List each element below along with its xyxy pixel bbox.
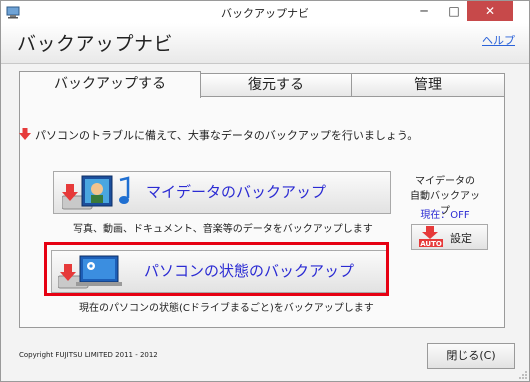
close-button[interactable]: 閉じる(C) bbox=[427, 343, 515, 369]
minimize-button[interactable]: ─ bbox=[409, 1, 439, 21]
app-header: バックアップナビ ヘルプ bbox=[1, 23, 529, 64]
tab-backup[interactable]: バックアップする bbox=[19, 71, 201, 98]
app-window: バックアップナビ ─ □ ✕ バックアップナビ ヘルプ バックアップする 復元す… bbox=[0, 0, 530, 382]
tab-manage[interactable]: 管理 bbox=[351, 73, 505, 97]
mydata-backup-label: マイデータのバックアップ bbox=[146, 183, 327, 201]
copyright-text: Copyright FUJITSU LIMITED 2011 - 2012 bbox=[19, 351, 158, 359]
auto-badge-text: AUTO bbox=[420, 240, 442, 248]
help-link[interactable]: ヘルプ bbox=[482, 32, 515, 48]
tab-restore[interactable]: 復元する bbox=[199, 73, 353, 97]
mydata-description: 写真、動画、ドキュメント、音楽等のデータをバックアップします bbox=[73, 224, 373, 235]
maximize-button[interactable]: □ bbox=[439, 1, 469, 21]
pcstate-description: 現在のパソコンの状態(Cドライブまるごと)をバックアップします bbox=[79, 303, 374, 314]
auto-badge-icon: AUTO bbox=[419, 226, 443, 248]
auto-backup-title-line1: マイデータの bbox=[415, 176, 475, 187]
intro-text: パソコンのトラブルに備えて、大事なデータのバックアップを行いましょう。 bbox=[35, 129, 419, 142]
photo-music-icon bbox=[62, 175, 130, 210]
mydata-backup-button[interactable]: マイデータのバックアップ bbox=[53, 171, 391, 214]
resize-grip-icon[interactable] bbox=[518, 370, 528, 380]
highlight-frame bbox=[44, 242, 389, 296]
window-close-button[interactable]: ✕ bbox=[467, 1, 513, 21]
auto-settings-label: 設定 bbox=[450, 232, 472, 245]
title-bar: バックアップナビ ─ □ ✕ bbox=[1, 1, 529, 23]
red-down-arrow-icon bbox=[19, 128, 31, 140]
auto-settings-button[interactable]: AUTO 設定 bbox=[411, 224, 488, 250]
auto-backup-status: 現在：OFF bbox=[420, 210, 470, 221]
app-title: バックアップナビ bbox=[17, 33, 174, 55]
